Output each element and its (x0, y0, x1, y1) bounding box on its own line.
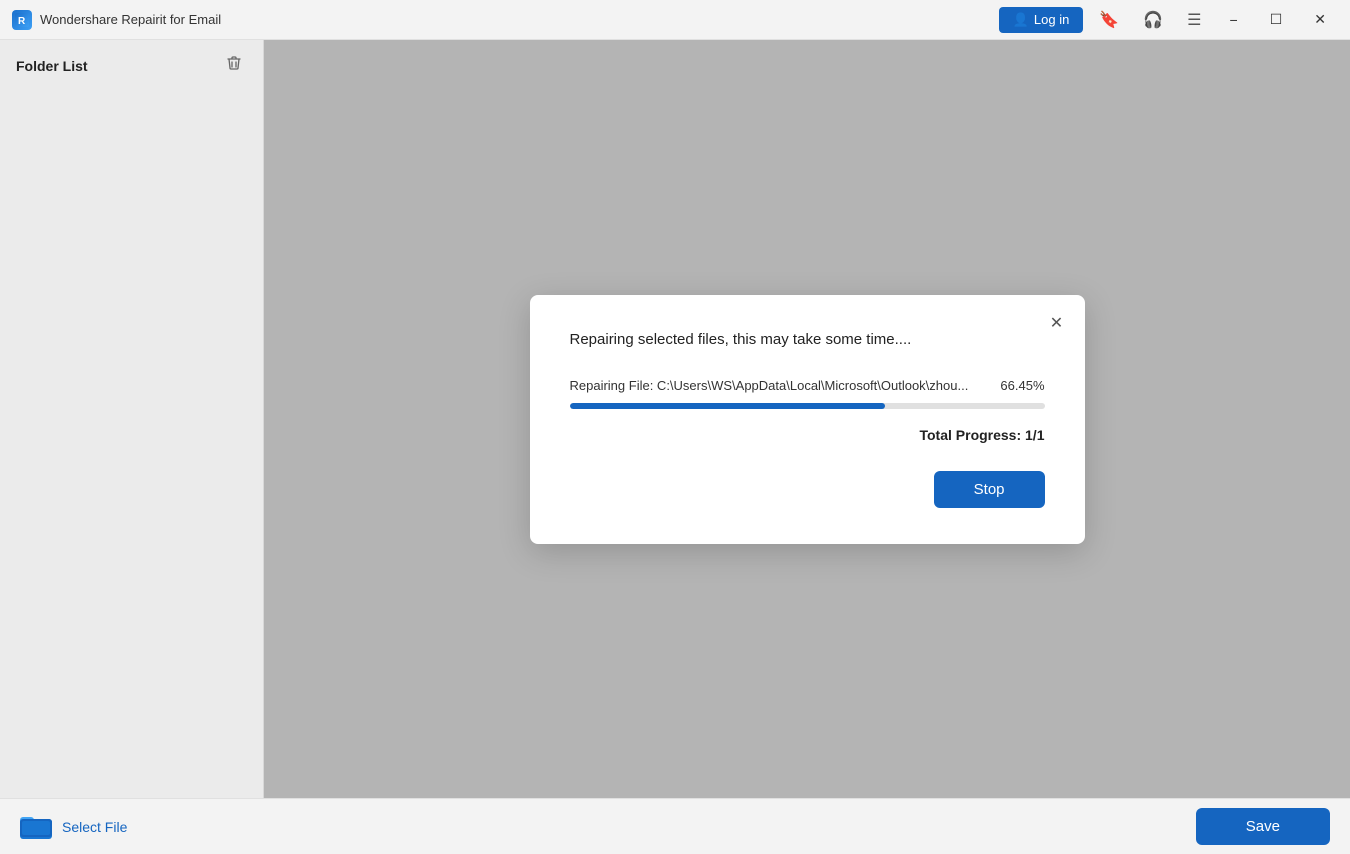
repair-progress-dialog: ✕ Repairing selected files, this may tak… (530, 295, 1085, 544)
bottom-bar: Select File Save (0, 798, 1350, 854)
menu-icon: ☰ (1187, 10, 1201, 30)
user-icon: 👤 (1013, 12, 1029, 28)
select-file-button[interactable]: Select File (20, 813, 127, 841)
maximize-button[interactable]: ☐ (1258, 7, 1295, 32)
app-title: Wondershare Repairit for Email (40, 12, 999, 27)
select-file-label: Select File (62, 819, 127, 835)
headset-icon: 🎧 (1143, 10, 1163, 30)
login-button[interactable]: 👤 Log in (999, 7, 1084, 33)
main-layout: Folder List ✕ Repairing selected files, … (0, 40, 1350, 798)
modal-overlay: ✕ Repairing selected files, this may tak… (264, 40, 1350, 798)
menu-button[interactable]: ☰ (1179, 6, 1209, 34)
progress-percent: 66.45% (995, 378, 1045, 393)
maximize-icon: ☐ (1270, 11, 1283, 28)
bookmark-icon: 🔖 (1099, 10, 1119, 30)
content-area: ✕ Repairing selected files, this may tak… (264, 40, 1350, 798)
bookmark-button[interactable]: 🔖 (1091, 6, 1127, 34)
progress-bar-track (570, 403, 1045, 409)
title-bar-actions: 👤 Log in 🔖 🎧 ☰ − ☐ ✕ (999, 6, 1338, 34)
close-icon: ✕ (1314, 11, 1326, 28)
sidebar-title: Folder List (16, 58, 88, 74)
trash-icon (225, 54, 243, 72)
support-button[interactable]: 🎧 (1135, 6, 1171, 34)
folder-icon (20, 813, 52, 841)
progress-bar-fill (570, 403, 886, 409)
minimize-button[interactable]: − (1218, 8, 1250, 32)
progress-file-row: Repairing File: C:\Users\WS\AppData\Loca… (570, 378, 1045, 393)
stop-button[interactable]: Stop (934, 471, 1045, 508)
dialog-actions: Stop (570, 471, 1045, 508)
title-bar: R Wondershare Repairit for Email 👤 Log i… (0, 0, 1350, 40)
total-progress-label: Total Progress: 1/1 (570, 427, 1045, 443)
app-icon: R (12, 10, 32, 30)
svg-text:R: R (18, 16, 26, 27)
dialog-close-button[interactable]: ✕ (1043, 309, 1071, 337)
close-button[interactable]: ✕ (1302, 7, 1338, 32)
dialog-close-icon: ✕ (1050, 313, 1063, 333)
progress-file-label: Repairing File: C:\Users\WS\AppData\Loca… (570, 378, 985, 393)
minimize-icon: − (1230, 12, 1238, 28)
sidebar-header: Folder List (16, 52, 247, 79)
sidebar-delete-button[interactable] (221, 52, 247, 79)
save-button[interactable]: Save (1196, 808, 1330, 845)
sidebar: Folder List (0, 40, 264, 798)
dialog-title: Repairing selected files, this may take … (570, 331, 1045, 348)
